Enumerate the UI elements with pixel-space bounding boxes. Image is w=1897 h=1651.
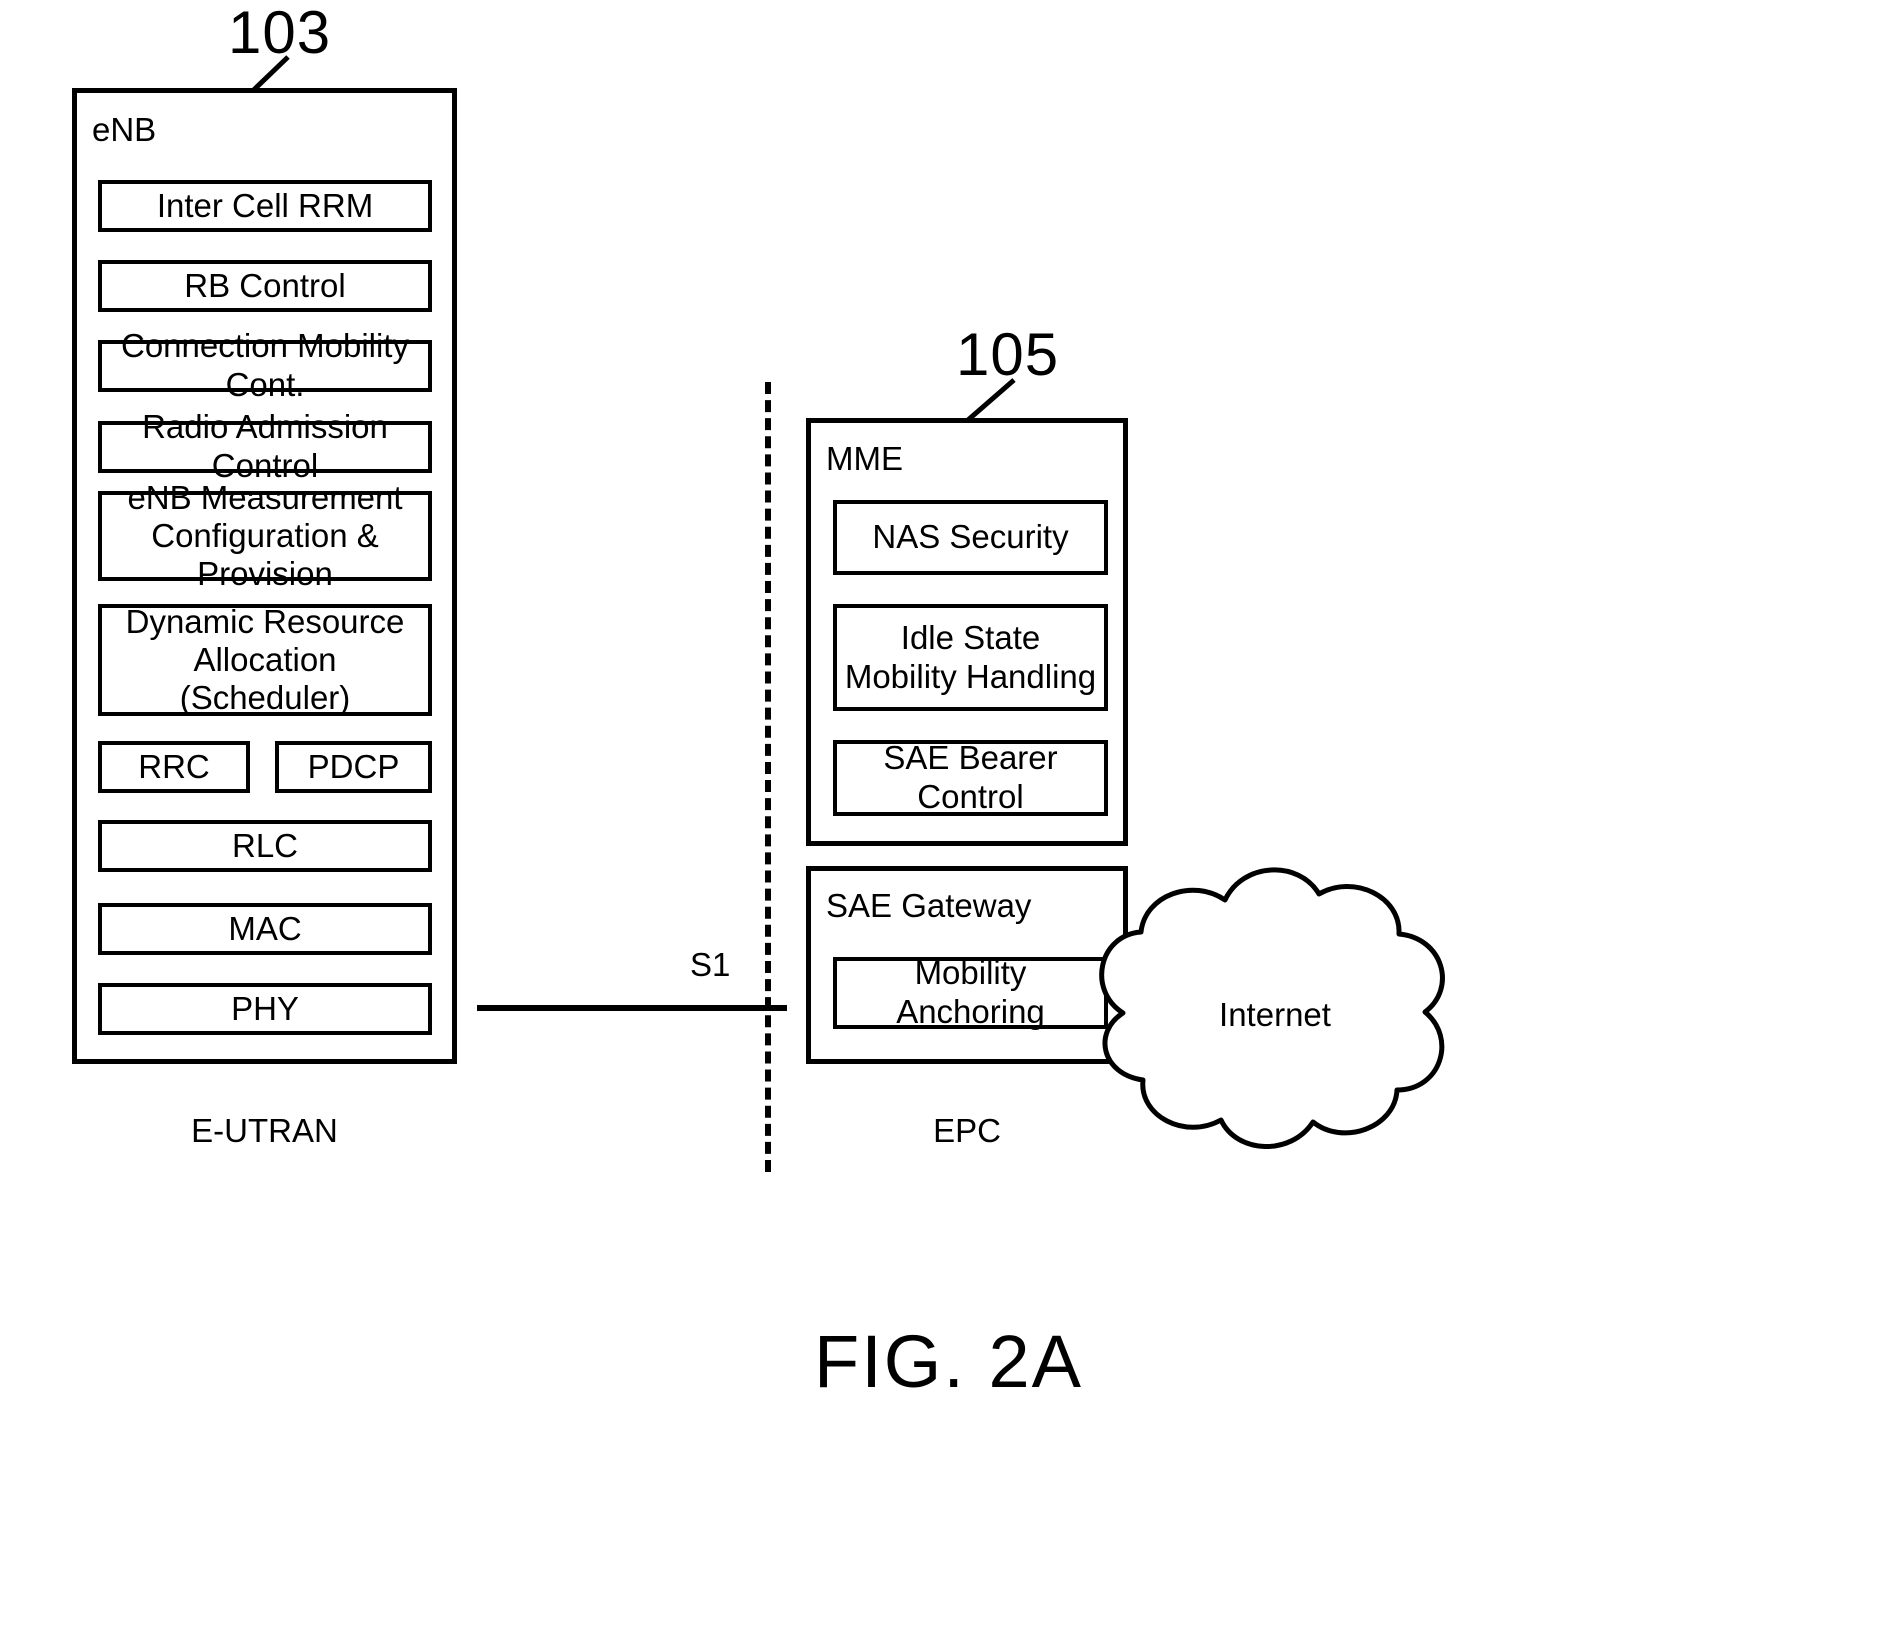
- mme-function-sae-bearer-control[interactable]: SAE Bearer Control: [833, 739, 1108, 816]
- figure-canvas: 103 eNB Inter Cell RRM RB Control Connec…: [0, 0, 1897, 1651]
- reference-numeral-105: 105: [956, 321, 1060, 388]
- enb-title: eNB: [92, 111, 157, 148]
- s1-interface-line: [477, 1005, 787, 1011]
- enb-function-dynamic-resource-allocation-scheduler[interactable]: Dynamic Resource Allocation (Scheduler): [98, 603, 432, 716]
- internet-cloud: Internet: [1085, 840, 1465, 1160]
- mme-title: MME: [826, 440, 903, 477]
- internet-label: Internet: [1219, 996, 1331, 1033]
- enb-function-rrc[interactable]: RRC: [98, 741, 250, 793]
- enb-function-rlc[interactable]: RLC: [98, 820, 432, 872]
- eutran-epc-divider: [765, 382, 771, 1172]
- sae-gateway-title: SAE Gateway: [826, 887, 1032, 924]
- region-label-eutran: E-UTRAN: [191, 1112, 338, 1149]
- enb-function-rb-control[interactable]: RB Control: [98, 260, 432, 312]
- mme-function-nas-security[interactable]: NAS Security: [833, 500, 1108, 575]
- mme-function-idle-state-mobility-handling[interactable]: Idle State Mobility Handling: [833, 604, 1108, 711]
- sae-gateway-function-mobility-anchoring[interactable]: Mobility Anchoring: [833, 954, 1108, 1030]
- region-label-epc: EPC: [933, 1112, 1001, 1149]
- s1-interface-label: S1: [690, 946, 731, 983]
- enb-function-mac[interactable]: MAC: [98, 903, 432, 955]
- enb-function-inter-cell-rrm[interactable]: Inter Cell RRM: [98, 180, 432, 232]
- enb-function-enb-measurement-configuration-provision[interactable]: eNB Measurement Configuration & Provisio…: [98, 479, 432, 592]
- figure-caption: FIG. 2A: [814, 1320, 1083, 1403]
- enb-function-pdcp[interactable]: PDCP: [275, 741, 432, 793]
- enb-function-phy[interactable]: PHY: [98, 983, 432, 1035]
- enb-function-radio-admission-control[interactable]: Radio Admission Control: [98, 408, 432, 484]
- reference-numeral-103: 103: [228, 0, 332, 66]
- enb-function-connection-mobility-cont[interactable]: Connection Mobility Cont.: [98, 327, 432, 403]
